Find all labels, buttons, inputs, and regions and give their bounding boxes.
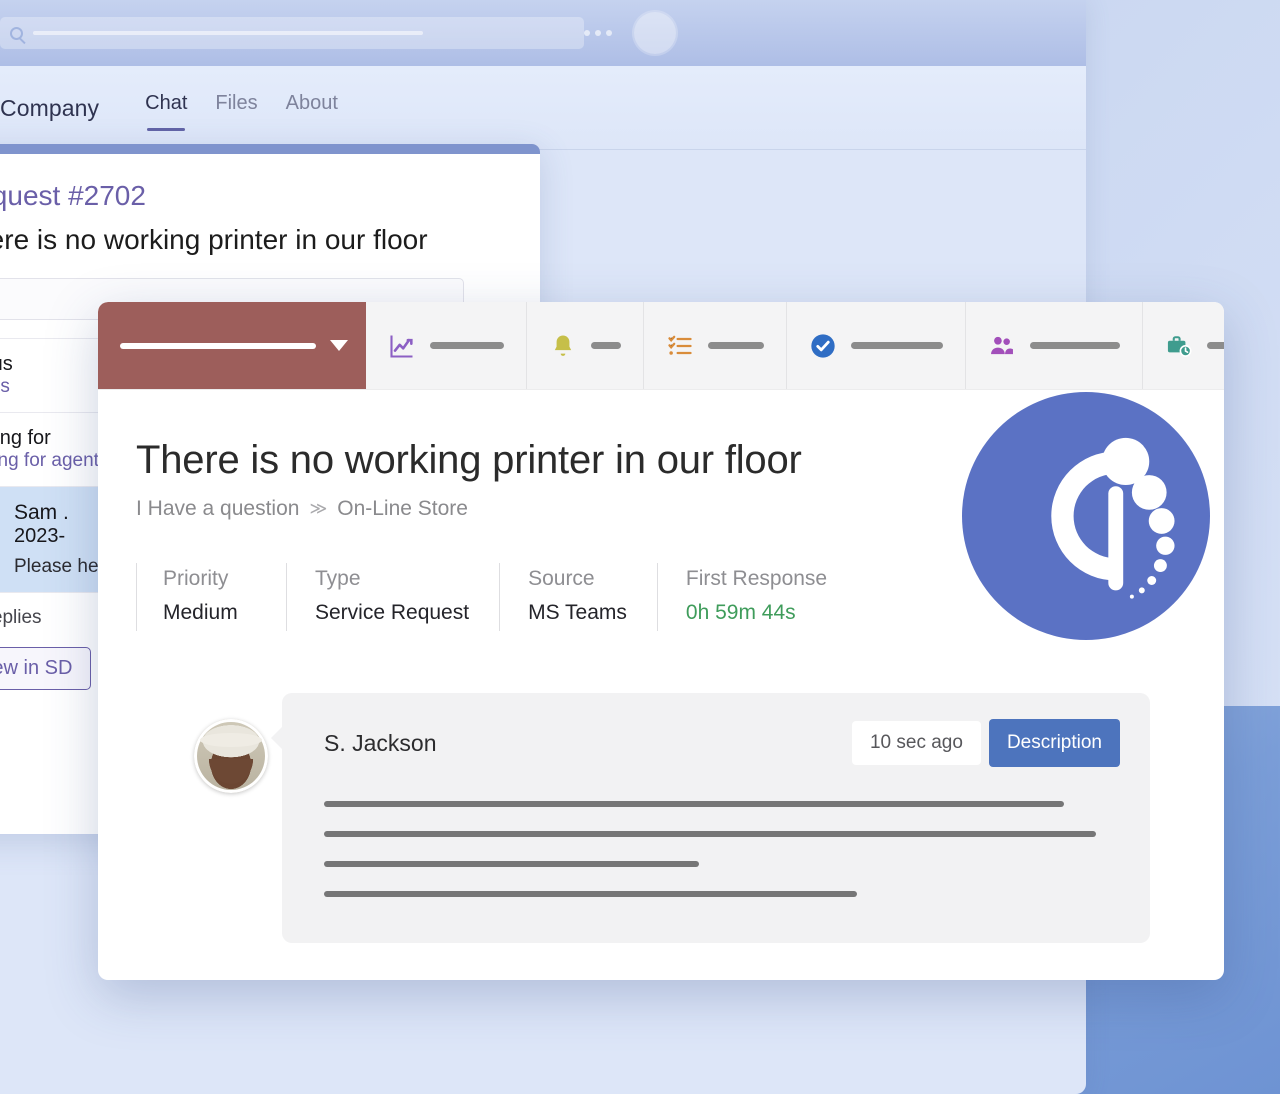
toolbar-label-bar	[430, 342, 504, 349]
ticket-detail-modal: There is no working printer in our floor…	[98, 302, 1224, 980]
meta-source-value: MS Teams	[528, 601, 627, 624]
meta-priority-value: Medium	[163, 601, 238, 624]
search-input[interactable]	[0, 17, 584, 49]
toolbar-label-bar	[1030, 342, 1120, 349]
chevron-down-icon	[330, 340, 348, 351]
meta-first-response-value: 0h 59m 44s	[685, 601, 796, 624]
overflow-menu-icon[interactable]	[584, 30, 612, 36]
modal-toolbar	[98, 302, 1224, 390]
meta-source: Source MS Teams	[499, 563, 657, 631]
top-bar-right-cluster	[584, 12, 676, 54]
comment-block: S. Jackson 10 sec ago Description	[194, 693, 1170, 943]
meta-source-label: Source	[528, 567, 595, 590]
logo-mark	[1051, 437, 1175, 599]
comment-bubble: S. Jackson 10 sec ago Description	[271, 693, 1150, 943]
meta-type-label: Type	[315, 567, 361, 590]
modal-body: There is no working printer in our floor…	[98, 390, 1224, 943]
comment-header: S. Jackson 10 sec ago Description	[324, 719, 1120, 767]
card-body: Request #2702 There is no working printe…	[0, 154, 540, 320]
card-accent-bar	[0, 144, 540, 154]
replies-count: No replies	[0, 607, 42, 628]
breadcrumb-parent[interactable]: I Have a question	[136, 497, 299, 521]
app-top-bar	[0, 0, 1086, 66]
meta-first-response-label: First Response	[685, 567, 828, 590]
toolbar-item-worklog[interactable]	[1143, 302, 1224, 389]
toolbar-item-approve[interactable]	[787, 302, 966, 389]
status-badge[interactable]: Description	[988, 719, 1120, 767]
tab-chat[interactable]: Chat	[145, 92, 187, 131]
toolbar-item-notifications[interactable]	[527, 302, 644, 389]
ticket-title: There is no working printer in our floor	[0, 224, 428, 255]
view-in-sd-button[interactable]: View in SD	[0, 647, 92, 690]
toolbar-item-tasks[interactable]	[644, 302, 787, 389]
toolbar-label-bar	[591, 342, 621, 349]
tab-bar: Company Chat Files About	[0, 66, 1086, 150]
comment-timestamp: 10 sec ago	[851, 721, 981, 765]
tab-about[interactable]: About	[286, 92, 338, 125]
toolbar-label-bar	[851, 342, 943, 349]
comment-author-name: S. Jackson	[324, 729, 437, 756]
comment-text-line	[324, 861, 699, 867]
breadcrumb-child[interactable]: On-Line Store	[337, 497, 468, 521]
comment-text-line	[324, 801, 1064, 807]
team-name: Company	[0, 94, 100, 121]
screen-root: Company Chat Files About Request #2702 T…	[0, 0, 1280, 1094]
briefcase-clock-icon	[1167, 335, 1192, 357]
comment-actions: 10 sec ago Description	[851, 719, 1120, 767]
toolbar-item-chart[interactable]	[366, 302, 527, 389]
meta-type-value: Service Request	[315, 601, 470, 624]
chart-line-icon	[390, 335, 413, 358]
toolbar-label-bar	[708, 342, 764, 349]
search-placeholder-bar	[33, 31, 423, 35]
comment-text-line	[324, 891, 857, 897]
checklist-icon	[668, 335, 692, 355]
meta-priority-label: Priority	[163, 567, 229, 590]
comment-text-line	[324, 831, 1096, 837]
meta-first-response: First Response 0h 59m 44s	[656, 563, 857, 631]
check-circle-icon	[811, 333, 835, 358]
breadcrumb-separator: ≫	[309, 499, 328, 518]
ticket-id: Request #2702	[0, 180, 146, 211]
meta-type: Type Service Request	[286, 563, 499, 631]
status-dropdown-value-bar	[120, 342, 316, 349]
bell-icon	[554, 335, 572, 356]
toolbar-label-bar	[1207, 342, 1224, 349]
toolbar-item-people[interactable]	[966, 302, 1143, 389]
meta-priority: Priority Medium	[136, 563, 286, 631]
tab-files[interactable]: Files	[215, 92, 257, 125]
comment-author-avatar	[194, 719, 268, 793]
people-icon	[991, 336, 1013, 354]
brand-logo	[962, 392, 1210, 640]
search-icon	[10, 26, 23, 40]
avatar[interactable]	[634, 12, 676, 54]
status-dropdown[interactable]	[98, 302, 366, 389]
